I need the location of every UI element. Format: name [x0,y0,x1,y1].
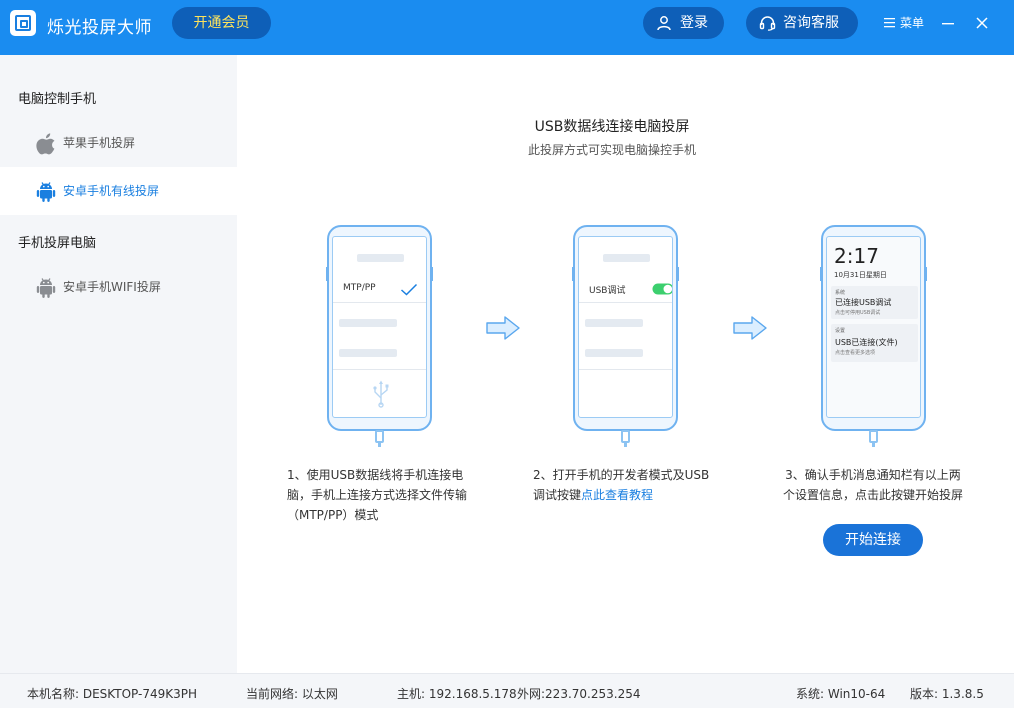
android-icon [36,182,56,202]
step3-text: 3、确认手机消息通知栏有以上两个设置信息，点击此按键开始投屏 [782,468,963,502]
close-icon[interactable] [972,12,992,34]
app-logo-icon [10,10,36,36]
customer-service-button[interactable]: 咨询客服 [746,7,858,39]
minimize-icon[interactable] [938,12,958,34]
arrow-right-icon [486,316,520,340]
sidebar-item-apple[interactable]: 苹果手机投屏 [0,119,237,167]
sidebar-group-pc-control-phone: 电脑控制手机 [18,92,97,107]
status-computer-name: 本机名称: DESKTOP-749K3PH [27,687,197,701]
headset-icon [759,16,776,31]
page-title: USB数据线连接电脑投屏 [534,119,690,135]
phone-illustration-mtp: MTP/PP [326,225,433,447]
menu-label: 菜单 [900,16,925,30]
sidebar: 电脑控制手机 苹果手机投屏 安卓手机有线投屏 手机投屏电脑 安卓手机WIFI投屏 [0,55,237,673]
status-host-ip: 主机: 192.168.5.178 [397,687,517,701]
apple-icon [36,133,55,155]
sidebar-group-phone-to-pc: 手机投屏电脑 [18,236,97,251]
step1-text: 1、使用USB数据线将手机连接电脑，手机上连接方式选择文件传输（MTP/PP）模… [287,468,468,522]
title-bar: 烁光投屏大师 开通会员 登录 咨询客服 菜单 [0,0,1014,55]
notification-usb-debug: 系统 已连接USB调试 点击可停用USB调试 [831,286,918,319]
sidebar-item-android-wired[interactable]: 安卓手机有线投屏 [0,167,237,215]
page-subtitle: 此投屏方式可实现电脑操控手机 [527,143,696,157]
tutorial-link[interactable]: 点此查看教程 [581,488,653,502]
login-button[interactable]: 登录 [643,7,724,39]
notification-usb-file: 设置 USB已连接(文件) 点击查看更多选项 [831,324,918,362]
usb-debug-option-label: USB调试 [589,286,626,296]
status-external-ip: 外网:223.70.253.254 [517,687,641,701]
user-icon [657,16,671,31]
android-icon [36,278,56,298]
start-connect-button[interactable]: 开始连接 [823,524,923,556]
sidebar-item-apple-label: 苹果手机投屏 [63,136,136,150]
toggle-on-icon [652,283,672,295]
arrow-right-icon [733,316,767,340]
status-system: 系统: Win10-64 [796,687,886,701]
app-title: 烁光投屏大师 [47,18,152,38]
lockscreen-time: 2:17 [834,244,879,268]
service-label: 咨询客服 [783,15,839,31]
status-version: 版本: 1.3.8.5 [910,687,984,701]
main-panel: USB数据线连接电脑投屏 此投屏方式可实现电脑操控手机 MTP/PP USB调试… [237,55,1014,673]
vip-button[interactable]: 开通会员 [172,7,271,39]
sidebar-item-android-wifi[interactable]: 安卓手机WIFI投屏 [0,263,237,311]
checkmark-icon [400,283,418,296]
phone-illustration-notifications: 2:17 10月31日星期日 系统 已连接USB调试 点击可停用USB调试 设置… [820,225,927,447]
status-network: 当前网络: 以太网 [246,687,338,701]
menu-icon [884,18,895,28]
phone-illustration-usb-debug: USB调试 [572,225,679,447]
mtp-option-label: MTP/PP [343,283,376,293]
usb-icon [373,380,389,408]
lockscreen-date: 10月31日星期日 [834,271,887,279]
sidebar-item-android-wifi-label: 安卓手机WIFI投屏 [63,280,161,294]
login-label: 登录 [680,15,708,31]
sidebar-item-android-wired-label: 安卓手机有线投屏 [63,184,160,198]
step2-text: 2、打开手机的开发者模式及USB调试按键点此查看教程 [533,468,710,502]
status-bar: 本机名称: DESKTOP-749K3PH 当前网络: 以太网 主机: 192.… [0,673,1014,708]
